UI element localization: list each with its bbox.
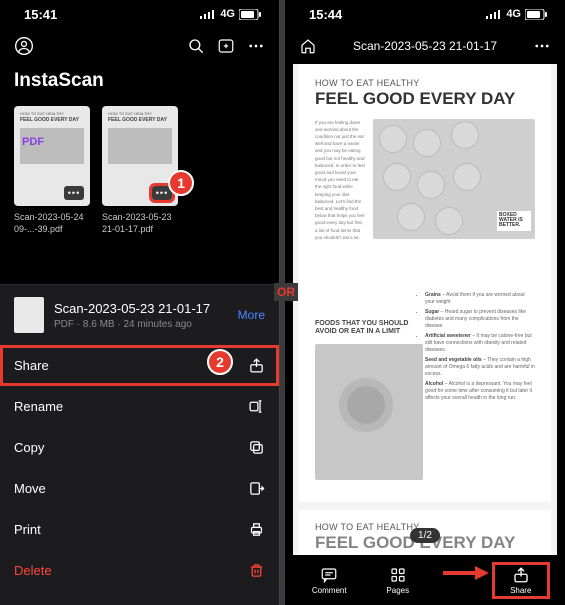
document-name: Scan-2023-05-23 21-01-17.pdf	[102, 212, 178, 235]
account-icon[interactable]	[14, 36, 34, 56]
document-name: Scan-2023-05-24 09-...-39.pdf	[14, 212, 90, 235]
status-time: 15:41	[24, 7, 57, 22]
doc-subhead: HOW TO EAT HEALTHY	[315, 78, 535, 88]
search-icon[interactable]	[187, 37, 205, 55]
page-counter: 1/2	[410, 528, 440, 543]
document-thumbnail: HOW TO EAT HEALTHY FEEL GOOD EVERY DAY •…	[102, 106, 178, 206]
doc-paragraph: If you are feeling down and worried abou…	[315, 119, 365, 241]
share-icon	[248, 357, 265, 374]
network-label: 4G	[506, 8, 521, 20]
document-card[interactable]: HOW TO EAT HEALTHY FEEL GOOD EVERY DAY •…	[102, 106, 178, 235]
document-gallery: HOW TO EAT HEALTHY FEEL GOOD EVERY DAY P…	[0, 98, 279, 243]
sheet-more-link[interactable]: More	[238, 308, 265, 322]
document-card[interactable]: HOW TO EAT HEALTHY FEEL GOOD EVERY DAY P…	[14, 106, 90, 235]
print-icon	[248, 521, 265, 538]
status-bar: 15:44 4G	[285, 0, 565, 28]
battery-icon	[239, 9, 261, 20]
or-divider: OR	[274, 283, 298, 301]
copy-label: Copy	[14, 440, 44, 455]
tab-comment[interactable]: Comment	[302, 566, 356, 595]
move-label: Move	[14, 481, 46, 496]
delete-row[interactable]: Delete	[0, 550, 279, 591]
network-label: 4G	[220, 8, 235, 20]
more-icon[interactable]	[533, 37, 551, 55]
document-page: HOW TO EAT HEALTHY FEEL GOOD EVERY DAY I…	[299, 64, 551, 502]
sheet-header: Scan-2023-05-23 21-01-17 PDF · 8.6 MB · …	[0, 285, 279, 345]
rename-label: Rename	[14, 399, 63, 414]
sheet-meta: PDF · 8.6 MB · 24 minutes ago	[54, 319, 228, 330]
pages-icon	[388, 566, 408, 584]
share-icon	[511, 566, 531, 584]
move-icon	[248, 480, 265, 497]
doc-secondary-image	[315, 344, 423, 480]
rename-row[interactable]: Rename	[0, 386, 279, 427]
copy-row[interactable]: Copy	[0, 427, 279, 468]
add-folder-icon[interactable]	[217, 37, 235, 55]
document-more-button[interactable]: •••	[64, 186, 84, 200]
share-row[interactable]: Share	[0, 345, 279, 386]
rename-icon	[248, 398, 265, 415]
print-label: Print	[14, 522, 41, 537]
tab-share[interactable]: Share	[494, 564, 548, 597]
doc-headline: FEEL GOOD EVERY DAY	[315, 90, 535, 109]
doc-section-heading: FOODS THAT YOU SHOULD AVOID OR EAT IN A …	[315, 320, 415, 337]
preview-toolbar: Scan-2023-05-23 21-01-17	[285, 28, 565, 64]
tab-pages[interactable]: Pages	[371, 566, 425, 595]
document-viewport[interactable]: HOW TO EAT HEALTHY FEEL GOOD EVERY DAY I…	[293, 64, 557, 555]
tab-label: Pages	[386, 586, 409, 595]
top-toolbar	[0, 28, 279, 64]
delete-label: Delete	[14, 563, 52, 578]
tab-label: Share	[510, 586, 531, 595]
trash-icon	[248, 562, 265, 579]
bottom-tabbar: Comment Pages Share	[285, 555, 565, 605]
sheet-thumbnail	[14, 297, 44, 333]
more-icon[interactable]	[247, 37, 265, 55]
status-time: 15:44	[309, 7, 342, 22]
document-thumbnail: HOW TO EAT HEALTHY FEEL GOOD EVERY DAY P…	[14, 106, 90, 206]
screen-library: 15:41 4G	[0, 0, 280, 605]
status-bar: 15:41 4G	[0, 0, 279, 28]
signal-icon	[200, 9, 216, 19]
annotation-badge-2: 2	[207, 349, 233, 375]
arrow-annotation	[441, 564, 489, 587]
doc-hero-image: BOXED WATER IS BETTER.	[373, 119, 535, 239]
tab-label: Comment	[312, 586, 347, 595]
annotation-badge-1: 1	[168, 170, 194, 196]
share-label: Share	[14, 358, 49, 373]
pdf-badge: PDF	[22, 136, 44, 148]
signal-icon	[486, 9, 502, 19]
screen-preview: 15:44 4G Scan-2023-05-23 21-01-17	[285, 0, 565, 605]
move-row[interactable]: Move	[0, 468, 279, 509]
battery-icon	[525, 9, 547, 20]
home-icon[interactable]	[299, 37, 317, 55]
boxed-water-label: BOXED WATER IS BETTER.	[497, 211, 531, 231]
doc-bullet-list: Grains – Avoid them if you are worried a…	[425, 292, 535, 405]
action-sheet: Scan-2023-05-23 21-01-17 PDF · 8.6 MB · …	[0, 284, 279, 605]
comment-icon	[319, 566, 339, 584]
print-row[interactable]: Print	[0, 509, 279, 550]
copy-icon	[248, 439, 265, 456]
sheet-title: Scan-2023-05-23 21-01-17	[54, 301, 228, 316]
app-title: InstaScan	[0, 64, 279, 98]
preview-title: Scan-2023-05-23 21-01-17	[317, 39, 533, 53]
